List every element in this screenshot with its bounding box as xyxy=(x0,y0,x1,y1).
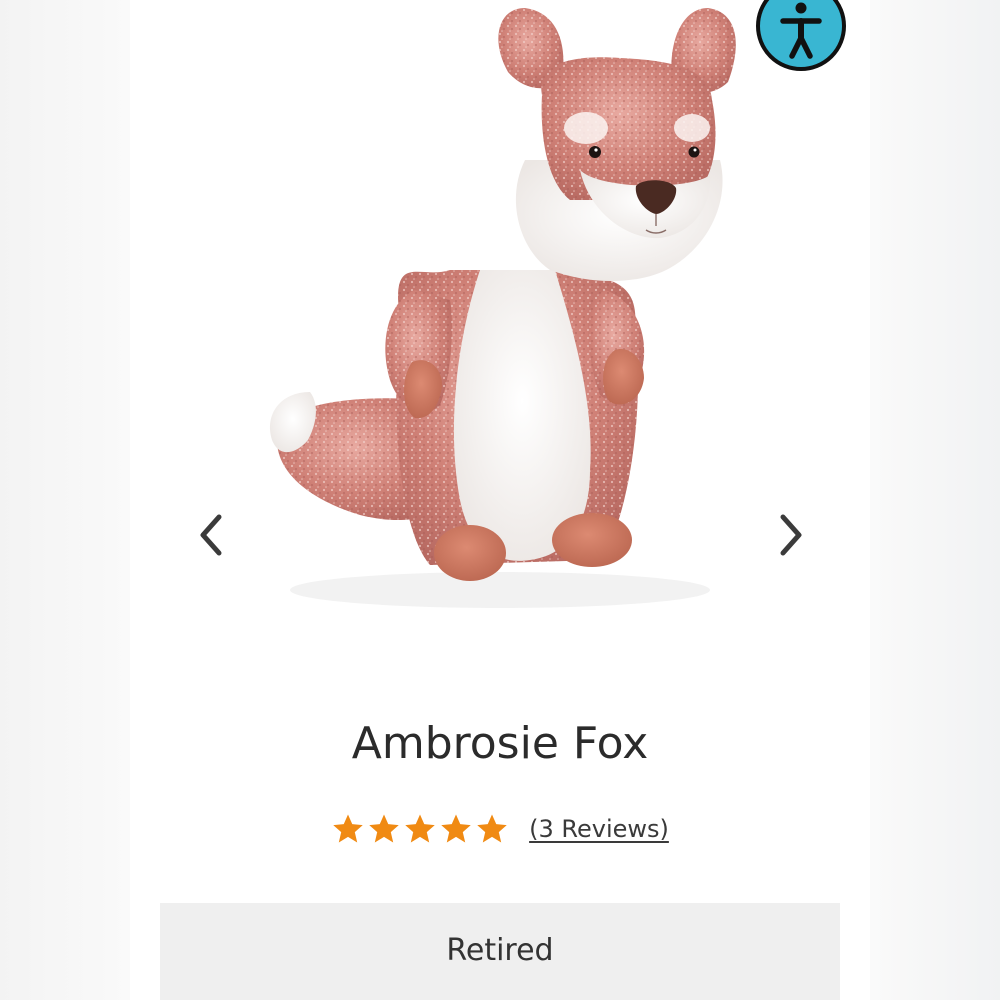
page-backdrop-right xyxy=(870,0,1000,1000)
star-rating xyxy=(331,812,509,846)
status-label: Retired xyxy=(446,933,554,968)
page-backdrop-left xyxy=(0,0,130,1000)
chevron-right-icon xyxy=(780,514,802,556)
status-bar: Retired xyxy=(160,903,840,1000)
chevron-left-icon xyxy=(200,514,222,556)
product-gallery xyxy=(130,0,870,660)
product-image xyxy=(269,8,736,608)
star-icon xyxy=(477,814,507,843)
star-icon xyxy=(441,814,471,843)
star-icon xyxy=(333,814,363,843)
rating-row: (3 Reviews) xyxy=(130,812,870,846)
accessibility-person-icon xyxy=(756,0,846,71)
reviews-link[interactable]: (3 Reviews) xyxy=(529,815,669,843)
accessibility-button[interactable] xyxy=(756,0,852,74)
gallery-prev-button[interactable] xyxy=(190,510,234,560)
product-page: Ambrosie Fox (3 Reviews) Retired xyxy=(130,0,870,1000)
product-title: Ambrosie Fox xyxy=(351,718,649,769)
star-icon xyxy=(405,814,435,843)
star-icon xyxy=(369,814,399,843)
gallery-next-button[interactable] xyxy=(768,510,812,560)
